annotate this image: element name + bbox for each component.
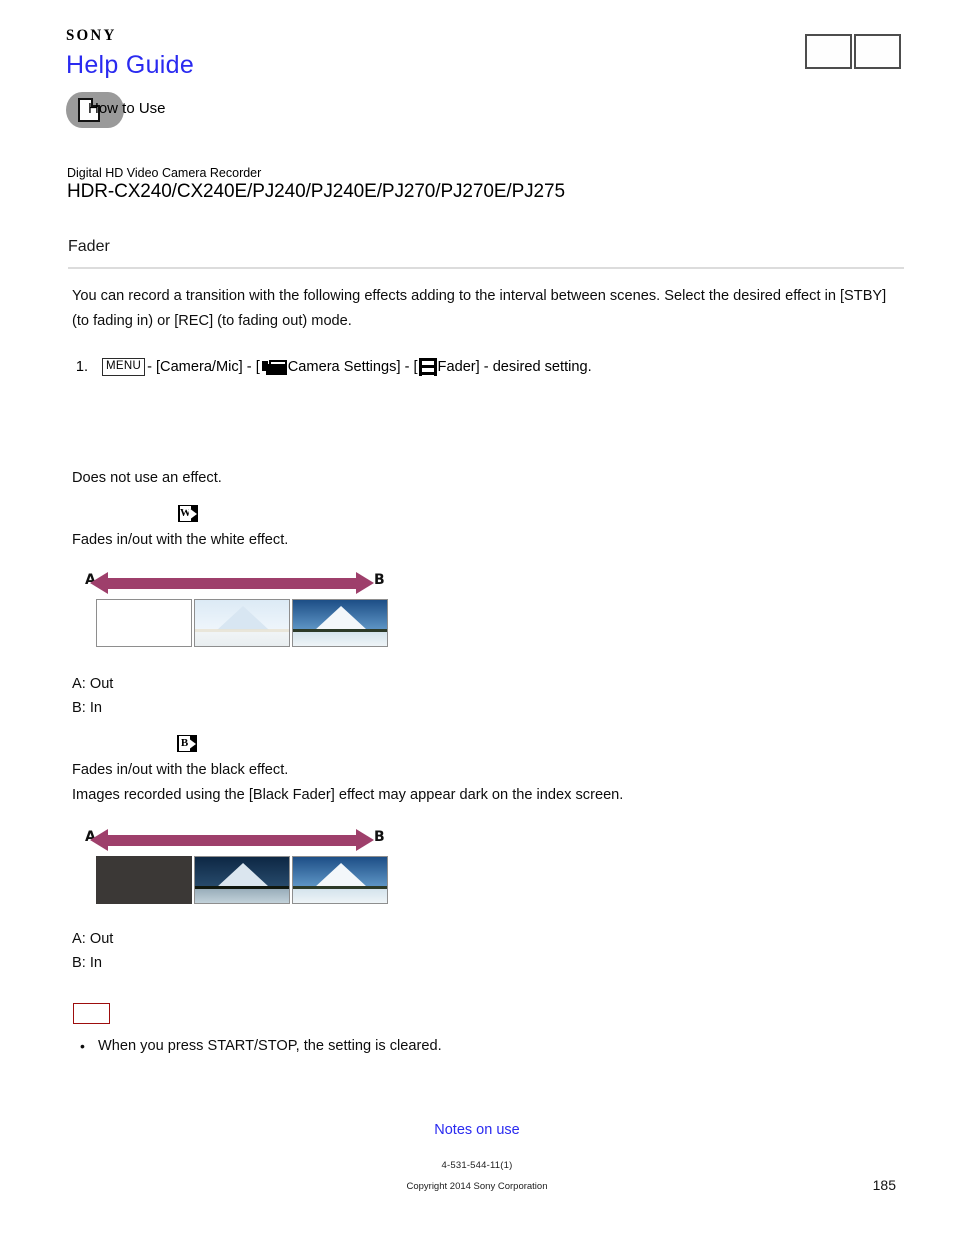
step-text-part-2: Camera Settings] - [ — [287, 359, 418, 375]
figure-white-thumbnails — [68, 599, 388, 649]
fader-filmstrip-icon — [418, 358, 437, 376]
figure-black-label-b: B — [374, 829, 385, 845]
effect-black-description: Fades in/out with the black effect. — [72, 762, 289, 778]
step-text-part-1: - [Camera/Mic] - [ — [147, 359, 260, 375]
thumbnail-black-blank — [96, 856, 192, 904]
arrow-bar — [105, 835, 359, 846]
arrow-head-right-icon — [356, 572, 374, 594]
figure-white-fader: A B — [68, 570, 388, 649]
white-fader-icon: W — [178, 505, 198, 522]
notes-on-use-link-wrapper: Notes on use — [0, 1122, 954, 1138]
bullet-icon: • — [80, 1038, 85, 1054]
document-code: 4-531-544-11(1) — [441, 1160, 513, 1171]
sony-logo: SONY — [66, 27, 117, 45]
notes-on-use-link[interactable]: Notes on use — [434, 1122, 519, 1138]
figure-white-caption-a: A: Out — [72, 676, 114, 692]
note-heading-placeholder — [73, 1003, 110, 1024]
figure-white-caption-b: B: In — [72, 700, 103, 716]
camera-settings-icon — [261, 359, 287, 376]
step-number: 1. — [75, 359, 88, 375]
copyright-notice: Copyright 2014 Sony Corporation — [406, 1181, 548, 1192]
figure-black-thumbnails — [68, 856, 388, 906]
thumbnail-pale-mountain — [194, 599, 290, 647]
arrow-bar — [105, 578, 359, 589]
figure-black-fader: A B — [68, 827, 388, 906]
effect-black-description-2: Images recorded using the [Black Fader] … — [72, 787, 624, 803]
black-fader-icon: B — [177, 735, 197, 752]
note-list-item-label: When you press START/STOP, the setting i… — [98, 1038, 442, 1054]
thumbnail-vivid-mountain — [292, 856, 388, 904]
thumbnail-dark-mountain — [194, 856, 290, 904]
step-item-1: 1. MENU - [Camera/Mic] - [ Camera Settin… — [72, 355, 902, 379]
header-button-group — [805, 34, 901, 69]
thumbnail-white-blank — [96, 599, 192, 647]
tab-how-to-use-label: How to Use — [88, 100, 166, 117]
step-list: 1. MENU - [Camera/Mic] - [ Camera Settin… — [72, 355, 902, 379]
effect-white-description: Fades in/out with the white effect. — [72, 532, 289, 548]
note-list: • When you press START/STOP, the setting… — [80, 1034, 442, 1058]
section-divider — [68, 267, 904, 269]
thumbnail-vivid-mountain — [292, 599, 388, 647]
product-model: HDR-CX240/CX240E/PJ240/PJ240E/PJ270/PJ27… — [67, 181, 565, 202]
step-text: MENU - [Camera/Mic] - [ Camera Settings]… — [100, 355, 592, 379]
intro-paragraph: You can record a transition with the fol… — [72, 288, 887, 329]
figure-black-arrow: A B — [68, 827, 388, 853]
figure-black-caption-b: B: In — [72, 955, 103, 971]
menu-button[interactable]: MENU — [102, 358, 146, 376]
figure-white-label-b: B — [374, 572, 385, 588]
header-box-1[interactable] — [805, 34, 852, 69]
product-category: Digital HD Video Camera Recorder — [67, 166, 262, 180]
page-title: Help Guide — [66, 51, 195, 79]
section-title: Fader — [68, 238, 110, 255]
page-number: 185 — [872, 1177, 896, 1193]
figure-black-caption-a: A: Out — [72, 931, 114, 947]
arrow-head-right-icon — [356, 829, 374, 851]
figure-white-arrow: A B — [68, 570, 388, 596]
step-text-part-3: Fader] - desired setting. — [437, 359, 592, 375]
header-box-2[interactable] — [854, 34, 901, 69]
effect-off-description: Does not use an effect. — [72, 470, 222, 486]
note-list-item: • When you press START/STOP, the setting… — [80, 1034, 442, 1058]
